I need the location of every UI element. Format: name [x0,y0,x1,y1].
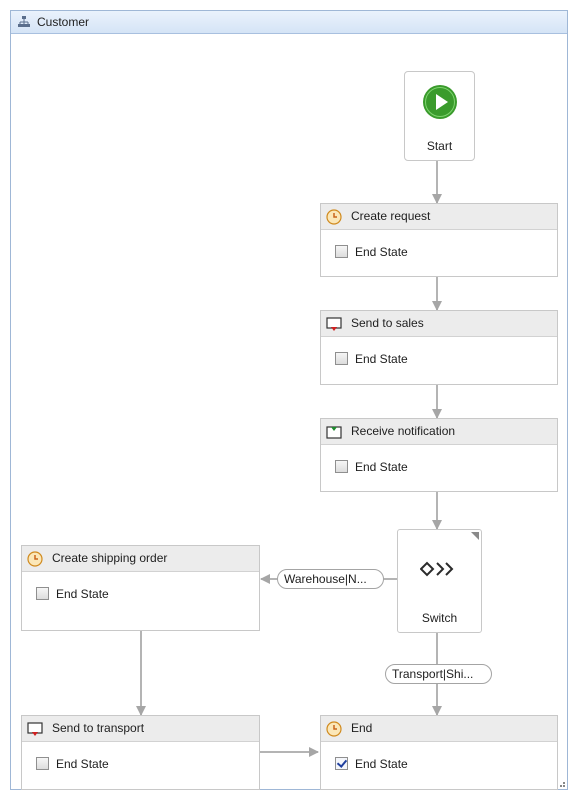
state-title: Send to transport [52,721,145,735]
designer-title: Customer [37,15,90,29]
state-create-shipping-order[interactable]: Create shipping order End State [21,545,260,631]
state-create-request[interactable]: Create request End State [320,203,558,277]
state-header: End [321,716,557,742]
end-state-label: End State [355,757,408,771]
end-state-label: End State [355,352,408,366]
end-state-checkbox[interactable] [335,352,348,365]
send-message-icon [326,317,342,331]
end-state-checkbox[interactable] [335,460,348,473]
state-title: Create request [351,209,431,223]
resize-grip-icon[interactable] [557,779,565,787]
state-title: Send to sales [351,316,424,330]
state-end[interactable]: End End State [320,715,558,790]
start-play-icon [423,85,457,119]
designer-title-bar: Customer [11,11,567,34]
state-title: Receive notification [351,424,456,438]
switch-corner-marker [471,532,479,540]
send-message-icon [27,722,43,736]
end-state-checkbox[interactable] [36,587,49,600]
switch-label: Switch [421,611,458,625]
switch-diamond-arrows-icon [420,561,454,577]
state-title: End [351,721,373,735]
end-state-label: End State [355,245,408,259]
end-state-label: End State [56,587,109,601]
clock-state-icon [27,551,43,567]
start-label: Start [426,139,453,153]
state-receive-notification[interactable]: Receive notification End State [320,418,558,492]
state-header: Send to transport [22,716,259,742]
state-header: Send to sales [321,311,557,337]
clock-state-icon [326,209,342,225]
designer-canvas[interactable]: Start Create request End State Send to s… [11,34,567,790]
end-state-checkbox-checked[interactable] [335,757,348,770]
condition-label-transport[interactable]: Transport|Shi... [385,664,492,684]
state-send-to-transport[interactable]: Send to transport End State [21,715,260,790]
state-title: Create shipping order [52,551,168,565]
workflow-designer: Customer Start Create request End State … [10,10,568,790]
state-header: Receive notification [321,419,557,445]
end-state-label: End State [56,757,109,771]
state-send-to-sales[interactable]: Send to sales End State [320,310,558,385]
receive-message-icon [326,426,342,439]
clock-state-icon [326,721,342,737]
workflow-hierarchy-icon [18,16,30,27]
end-state-label: End State [355,460,408,474]
end-state-checkbox[interactable] [335,245,348,258]
start-node[interactable]: Start [404,71,475,161]
condition-label-warehouse[interactable]: Warehouse|N... [277,569,384,589]
end-state-checkbox[interactable] [36,757,49,770]
switch-node[interactable]: Switch [397,529,482,633]
state-header: Create shipping order [22,546,259,572]
state-header: Create request [321,204,557,230]
